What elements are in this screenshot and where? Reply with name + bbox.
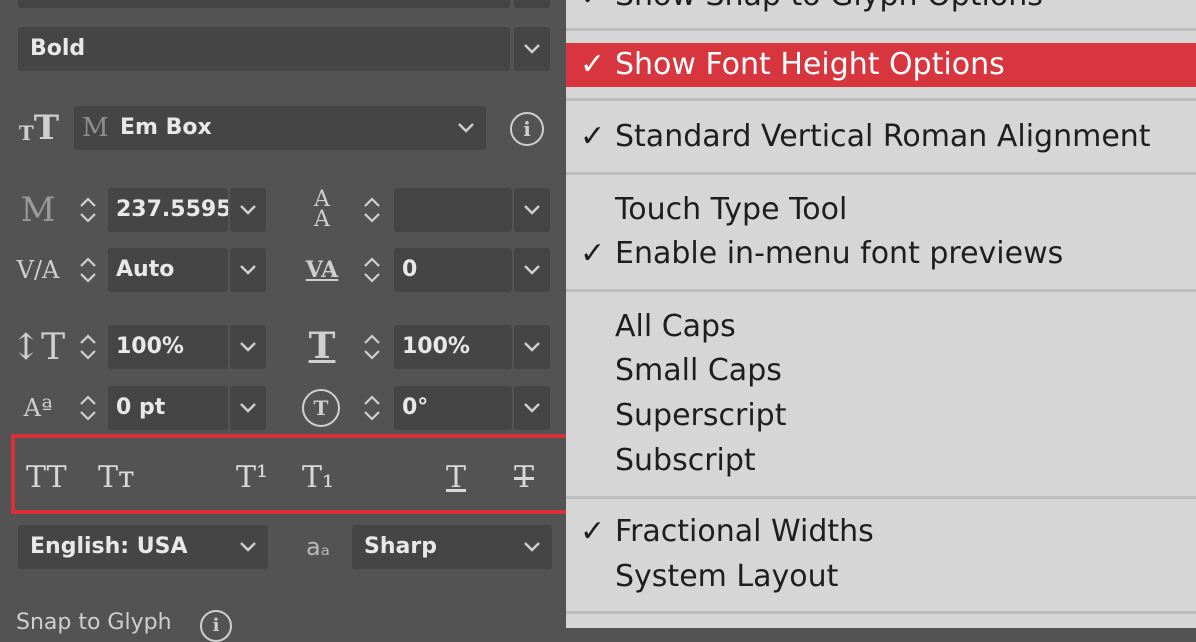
subscript-button[interactable]: T₁ bbox=[302, 460, 334, 496]
vertical-scale-input[interactable]: 100% bbox=[108, 325, 228, 369]
menu-item-small-caps[interactable]: Small Caps bbox=[566, 349, 1196, 393]
menu-separator bbox=[566, 98, 1196, 101]
tracking-stepper[interactable] bbox=[358, 245, 386, 295]
check-icon: ✓ bbox=[580, 514, 606, 549]
menu-item-fractional-widths[interactable]: ✓ Fractional Widths bbox=[566, 510, 1196, 554]
type-style-buttons-highlight bbox=[11, 434, 571, 514]
font-family-dropdown-button[interactable] bbox=[514, 0, 550, 8]
font-style-field[interactable]: Bold bbox=[18, 27, 510, 71]
menu-item-superscript[interactable]: Superscript bbox=[566, 394, 1196, 438]
vertical-scale-stepper[interactable] bbox=[74, 322, 102, 372]
character-panel: Bold TT M Em Box i M 237.5595 AA V/A Aut… bbox=[0, 0, 571, 642]
menu-item-standard-vertical-roman-alignment[interactable]: ✓ Standard Vertical Roman Alignment bbox=[566, 115, 1196, 159]
menu-item-system-layout[interactable]: System Layout bbox=[566, 555, 1196, 599]
info-icon[interactable]: i bbox=[510, 112, 544, 146]
horizontal-scale-dropdown-button[interactable] bbox=[514, 325, 550, 369]
leading-dropdown-button[interactable] bbox=[514, 188, 550, 232]
menu-separator bbox=[566, 172, 1196, 175]
height-reference-select[interactable]: M Em Box bbox=[74, 106, 486, 150]
menu-separator bbox=[566, 28, 1196, 31]
menu-item-label: Show Snap to Glyph Options bbox=[615, 0, 1043, 18]
anti-aliasing-icon: aₐ bbox=[305, 533, 331, 561]
anti-aliasing-label: Sharp bbox=[364, 534, 437, 559]
kerning-icon: V/A bbox=[16, 256, 60, 284]
snap-to-glyph-label: Snap to Glyph bbox=[16, 610, 172, 635]
menu-separator bbox=[566, 289, 1196, 292]
baseline-shift-dropdown-button[interactable] bbox=[230, 386, 266, 430]
tracking-dropdown-button[interactable] bbox=[514, 248, 550, 292]
menu-item-label: Subscript bbox=[615, 443, 756, 478]
baseline-shift-input[interactable]: 0 pt bbox=[108, 386, 228, 430]
baseline-shift-stepper[interactable] bbox=[74, 383, 102, 433]
menu-item-label: Fractional Widths bbox=[615, 514, 874, 549]
height-reference-label: Em Box bbox=[120, 115, 212, 140]
font-size-dropdown-button[interactable] bbox=[230, 188, 266, 232]
menu-item-show-snap-to-glyph-options[interactable]: ✓ Show Snap to Glyph Options bbox=[566, 0, 1196, 18]
menu-item-label: Standard Vertical Roman Alignment bbox=[615, 119, 1151, 154]
anti-aliasing-select[interactable]: Sharp bbox=[352, 525, 552, 569]
check-icon: ✓ bbox=[580, 47, 606, 82]
rotation-stepper[interactable] bbox=[358, 383, 386, 433]
horizontal-scale-icon: T bbox=[308, 325, 336, 367]
chevron-down-icon bbox=[240, 525, 256, 569]
menu-separator bbox=[566, 496, 1196, 499]
check-icon: ✓ bbox=[580, 0, 610, 18]
kerning-dropdown-button[interactable] bbox=[230, 248, 266, 292]
rotation-dropdown-button[interactable] bbox=[514, 386, 550, 430]
tracking-input[interactable]: 0 bbox=[394, 248, 512, 292]
menu-item-label: Touch Type Tool bbox=[615, 192, 848, 227]
leading-input[interactable] bbox=[394, 188, 512, 232]
menu-item-label: All Caps bbox=[615, 309, 736, 344]
vertical-scale-dropdown-button[interactable] bbox=[230, 325, 266, 369]
chevron-down-icon bbox=[524, 44, 540, 54]
menu-item-label: System Layout bbox=[615, 559, 839, 594]
leading-icon: AA bbox=[314, 187, 330, 232]
menu-item-all-caps[interactable]: All Caps bbox=[566, 305, 1196, 349]
menu-separator bbox=[566, 611, 1196, 614]
font-size-em-icon: M bbox=[20, 190, 56, 230]
horizontal-scale-stepper[interactable] bbox=[358, 322, 386, 372]
kerning-input[interactable]: Auto bbox=[108, 248, 228, 292]
chevron-down-icon bbox=[458, 106, 474, 150]
character-rotation-icon: T bbox=[302, 389, 340, 427]
menu-item-label: Enable in-menu font previews bbox=[615, 236, 1064, 271]
tracking-icon: VA bbox=[305, 257, 339, 283]
rotation-input[interactable]: 0° bbox=[394, 386, 512, 430]
menu-item-subscript[interactable]: Subscript bbox=[566, 439, 1196, 483]
all-caps-button[interactable]: TT bbox=[26, 460, 67, 496]
font-size-input[interactable]: 237.5595 bbox=[108, 188, 228, 232]
em-box-glyph: M bbox=[82, 113, 109, 143]
check-icon: ✓ bbox=[580, 119, 606, 154]
panel-flyout-menu: ✓ Show Snap to Glyph Options ✓ Show Font… bbox=[566, 0, 1196, 628]
leading-stepper[interactable] bbox=[358, 185, 386, 235]
baseline-shift-icon: Aª bbox=[23, 394, 53, 422]
menu-item-show-font-height-options[interactable]: ✓ Show Font Height Options bbox=[566, 43, 1196, 87]
menu-item-enable-in-menu-font-previews[interactable]: ✓ Enable in-menu font previews bbox=[566, 232, 1196, 276]
kerning-stepper[interactable] bbox=[74, 245, 102, 295]
language-select[interactable]: English: USA bbox=[18, 525, 268, 569]
small-caps-button[interactable]: Tт bbox=[98, 460, 135, 496]
menu-item-touch-type-tool[interactable]: Touch Type Tool bbox=[566, 188, 1196, 232]
info-icon[interactable]: i bbox=[200, 610, 232, 642]
language-label: English: USA bbox=[30, 534, 188, 559]
vertical-scale-icon: ↕T bbox=[10, 326, 66, 368]
font-family-field[interactable] bbox=[18, 0, 510, 8]
underline-button[interactable]: T bbox=[446, 460, 466, 496]
strikethrough-button[interactable]: T bbox=[514, 460, 534, 496]
font-size-stepper[interactable] bbox=[74, 185, 102, 235]
font-size-icon: TT bbox=[18, 108, 60, 148]
horizontal-scale-input[interactable]: 100% bbox=[394, 325, 512, 369]
menu-item-label: Small Caps bbox=[615, 353, 782, 388]
menu-item-label: Superscript bbox=[615, 398, 787, 433]
font-style-dropdown-button[interactable] bbox=[514, 27, 550, 71]
check-icon: ✓ bbox=[580, 236, 606, 271]
menu-item-label: Show Font Height Options bbox=[615, 47, 1005, 82]
superscript-button[interactable]: T¹ bbox=[236, 460, 268, 496]
chevron-down-icon bbox=[524, 525, 540, 569]
